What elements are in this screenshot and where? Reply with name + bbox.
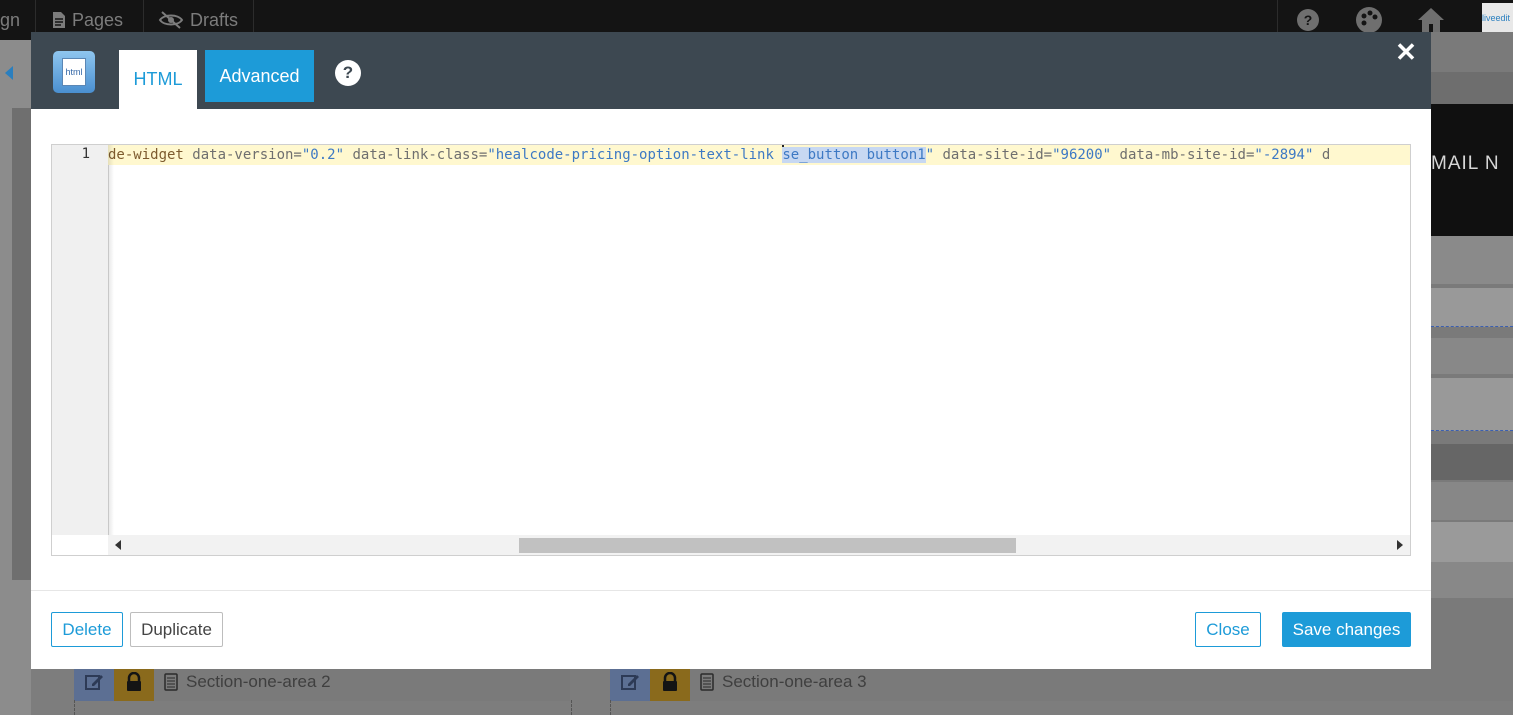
palette-icon[interactable] [1354,5,1384,35]
code-editor[interactable]: 1 de-widget data-version="0.2" data-link… [51,144,1411,556]
code-token: data-version= [183,147,302,163]
code-token: " [925,147,935,163]
area-name: Section-one-area 2 [186,672,331,691]
document-icon [164,673,178,691]
app-logo: liveedit [1482,3,1513,34]
selected-text: se_button button1 [782,147,926,163]
horizontal-scrollbar[interactable] [108,535,1410,555]
code-token: d [1313,147,1331,163]
line-number-gutter: 1 [52,145,109,535]
svg-text:?: ? [1304,12,1313,28]
nav-design-label: gn [0,9,21,30]
code-token: data-link-class= [344,147,488,163]
duplicate-button[interactable]: Duplicate [130,612,223,647]
code-token: "0.2" [301,147,345,163]
scroll-left-icon[interactable] [115,540,121,550]
code-token: "96200" [1052,147,1112,163]
code-line[interactable]: de-widget data-version="0.2" data-link-c… [108,145,1410,165]
footer-divider [31,590,1431,591]
bg-right-band [1431,72,1513,104]
home-icon[interactable] [1416,5,1446,35]
html-editor-modal: html HTML Advanced ? ✕ 1 de-widget data-… [31,32,1431,669]
tab-advanced[interactable]: Advanced [205,50,314,102]
bg-right-band [1431,444,1513,480]
bg-right-band [1431,338,1513,374]
bg-right-band [1431,32,1513,72]
area-name: Section-one-area 3 [722,672,867,691]
bg-right-band [1431,288,1513,327]
bg-right-band [1431,522,1513,562]
code-token: data-site-id= [934,147,1053,163]
code-token: "healcode-pricing-option-text-link [487,147,783,163]
document-icon [700,673,714,691]
line-number: 1 [81,146,90,162]
bg-left-strip [12,108,31,580]
bg-right-band [1431,378,1513,431]
bg-right-band [1431,236,1513,284]
area-label: Section-one-area 3 [690,672,867,692]
area-dashed-outline [610,700,1513,715]
code-text: de-widget data-version="0.2" data-link-c… [108,145,1330,165]
collapse-arrow-icon[interactable] [5,66,13,80]
tab-html[interactable]: HTML [119,50,197,109]
modal-header: html HTML Advanced ? ✕ [31,32,1431,109]
scroll-right-icon[interactable] [1397,540,1403,550]
eye-slash-icon [158,11,184,29]
delete-button[interactable]: Delete [51,612,123,647]
area-dashed-outline [74,700,572,715]
gutter-shadow [108,145,114,535]
page-icon [53,12,65,28]
area-label: Section-one-area 2 [154,672,331,692]
code-token: de-widget [108,147,184,163]
bg-nav-partial-text: MAIL N [1431,153,1500,174]
nav-pages-label: Pages [72,9,124,30]
nav-design-partial[interactable]: gn [0,0,20,40]
html-file-icon: html [53,51,95,93]
nav-drafts-label: Drafts [190,9,239,30]
help-circle-icon[interactable]: ? [1293,5,1323,35]
bg-right-band [1431,482,1513,520]
html-file-label: html [62,58,86,86]
close-icon[interactable]: ✕ [1394,37,1418,67]
close-button[interactable]: Close [1195,612,1261,647]
scrollbar-thumb[interactable] [519,538,1016,553]
bg-right-band [1431,562,1513,598]
code-token: data-mb-site-id= [1111,147,1255,163]
help-icon[interactable]: ? [335,60,361,86]
save-changes-button[interactable]: Save changes [1282,612,1411,647]
code-token: "-2894" [1254,147,1314,163]
app-logo-text: liveedit [1482,13,1511,23]
